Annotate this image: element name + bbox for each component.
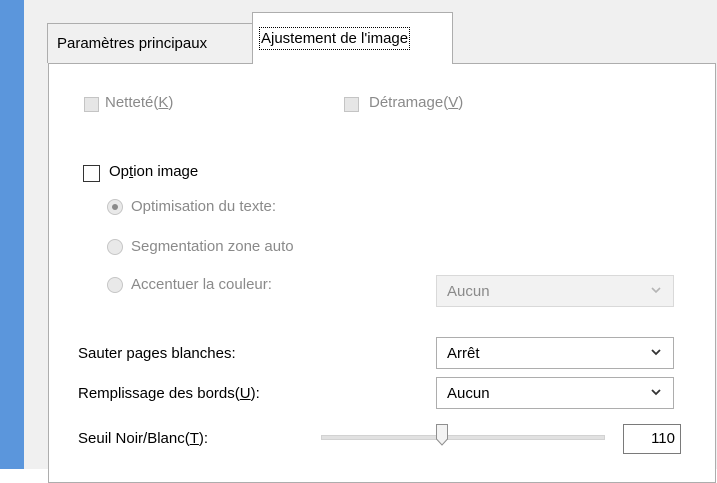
tab-main-settings[interactable]: Paramètres principaux xyxy=(47,23,268,63)
descreening-label: Détramage(V) xyxy=(369,94,464,111)
color-enhance-select[interactable]: Aucun xyxy=(436,275,674,307)
radio-text-optimization[interactable] xyxy=(107,199,123,215)
tab-image-adjustment-label: Ajustement de l'image xyxy=(259,27,411,50)
sharpness-label: Netteté(K) xyxy=(105,94,174,111)
bw-threshold-slider-thumb[interactable] xyxy=(436,424,449,446)
bw-threshold-slider-track[interactable] xyxy=(321,435,605,440)
tab-main-settings-label: Paramètres principaux xyxy=(57,35,208,52)
radio-color-enhance[interactable] xyxy=(107,277,123,293)
edge-fill-select[interactable]: Aucun xyxy=(436,377,674,409)
chevron-down-icon xyxy=(651,389,661,396)
sharpness-checkbox[interactable] xyxy=(84,97,99,112)
chevron-down-icon xyxy=(651,287,661,294)
radio-selected-dot xyxy=(112,204,118,210)
image-adjustment-dialog: Paramètres principaux Ajustement de l'im… xyxy=(24,0,717,483)
color-enhance-select-value: Aucun xyxy=(447,282,490,300)
radio-color-enhance-label: Accentuer la couleur: xyxy=(131,276,272,293)
skip-blank-pages-label: Sauter pages blanches: xyxy=(78,345,236,362)
tab-panel: Netteté(K) Détramage(V) Option image Opt… xyxy=(48,63,716,483)
tab-image-adjustment[interactable]: Ajustement de l'image xyxy=(252,12,453,64)
radio-auto-area-segmentation-label: Segmentation zone auto xyxy=(131,238,294,255)
edge-fill-label: Remplissage des bords(U): xyxy=(78,385,260,402)
image-option-checkbox[interactable] xyxy=(83,165,100,182)
image-option-label: Option image xyxy=(109,163,199,180)
skip-blank-pages-select[interactable]: Arrêt xyxy=(436,337,674,369)
chevron-down-icon xyxy=(651,349,661,356)
radio-text-optimization-label: Optimisation du texte: xyxy=(131,198,277,215)
window-accent-strip xyxy=(0,0,24,469)
skip-blank-pages-value: Arrêt xyxy=(447,344,480,362)
radio-auto-area-segmentation[interactable] xyxy=(107,239,123,255)
bw-threshold-input[interactable]: 110 xyxy=(623,424,681,454)
bw-threshold-label: Seuil Noir/Blanc(T): xyxy=(78,430,209,447)
edge-fill-value: Aucun xyxy=(447,384,490,402)
descreening-checkbox[interactable] xyxy=(344,97,359,112)
